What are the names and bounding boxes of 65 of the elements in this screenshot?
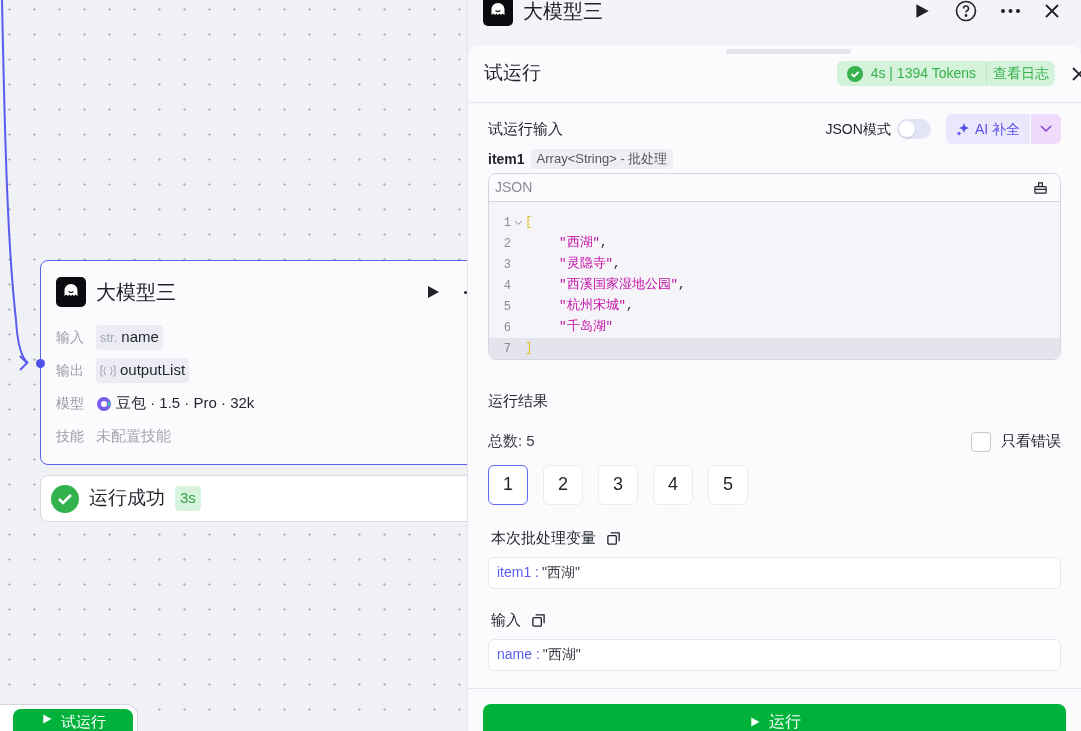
field-name: item1	[488, 149, 525, 169]
page-tab[interactable]: 5	[708, 464, 748, 505]
copy-icon[interactable]	[531, 613, 546, 628]
line-number: 4	[502, 277, 511, 295]
model-name: 豆包 · 1.5 · Pro · 32k	[116, 393, 255, 414]
play-icon[interactable]	[425, 284, 441, 300]
row-label: 模型	[56, 394, 85, 413]
section-title: 本次批处理变量	[491, 528, 596, 549]
section-title: 试运行输入	[488, 118, 563, 139]
node-title: 大模型三	[96, 280, 176, 305]
line-number: 6	[502, 319, 511, 337]
total-count: 总数: 5	[488, 431, 535, 452]
close-icon[interactable]	[1044, 3, 1060, 19]
code-line: "西溪国家湿地公园",	[559, 276, 686, 295]
page-tab[interactable]: 4	[653, 464, 693, 505]
page-tab[interactable]: 2	[543, 464, 583, 505]
editor-label: JSON	[495, 178, 533, 197]
model-logo-icon	[96, 395, 112, 412]
section-title: 输入	[491, 610, 521, 631]
output-tag: outputList	[96, 358, 190, 383]
json-editor[interactable]: JSON 1 [ 2 "西湖", 3 "灵隐寺", 4 "西溪国家湿地公园", 5 "杭州宋城", 6 "千岛湖" 7 ]	[488, 173, 1061, 360]
play-icon[interactable]	[913, 2, 931, 20]
ghost-logo-icon	[56, 277, 86, 307]
ai-complete-button[interactable]: AI 补全	[945, 114, 1030, 144]
run-status-bar[interactable]: 运行成功 3s	[40, 475, 467, 522]
value-field: name : "西湖"	[488, 638, 1061, 671]
fold-icon[interactable]	[513, 219, 523, 226]
success-icon	[51, 484, 79, 513]
only-errors-label: 只看错误	[1001, 431, 1061, 452]
help-icon[interactable]	[955, 0, 977, 22]
node-card[interactable]: 大模型三 输入 str. name 输出 outputList 模型 豆包 · 1.5 · Pro · 32k 技能 未配置技能	[40, 260, 467, 465]
page-tab[interactable]: 3	[598, 464, 638, 505]
sparkle-icon	[955, 122, 970, 136]
page-tab[interactable]: 1	[488, 464, 528, 505]
code-line: "西湖",	[559, 234, 608, 253]
row-label: 输出	[56, 361, 85, 380]
duration-tag: 3s	[175, 486, 201, 511]
line-number: 2	[502, 235, 511, 253]
panel-title: 大模型三	[523, 0, 603, 24]
list-type-icon	[100, 364, 116, 377]
row-label: 输入	[56, 328, 85, 347]
row-label: 技能	[56, 427, 85, 446]
line-number: 1	[502, 214, 511, 232]
section-title: 运行结果	[488, 391, 549, 411]
line-number: 7	[502, 340, 511, 358]
copy-icon[interactable]	[606, 531, 621, 546]
code-line: "杭州宋城",	[559, 297, 634, 316]
field-type-tag: Array<String> - 批处理	[530, 149, 674, 169]
chevron-down-icon	[1040, 125, 1052, 133]
code-bracket: [	[525, 214, 533, 232]
success-icon	[846, 65, 863, 82]
value-field: item1 : "西湖"	[488, 556, 1061, 589]
json-mode-switch[interactable]	[896, 119, 931, 139]
sheet-title: 试运行	[484, 61, 541, 86]
status-label: 运行成功	[89, 486, 165, 511]
only-errors-checkbox[interactable]	[971, 431, 991, 452]
line-number: 5	[502, 298, 511, 316]
code-bracket: ]	[525, 340, 533, 358]
run-stats: 4s | 1394 Tokens	[870, 64, 976, 83]
json-mode-label: JSON模式	[825, 119, 891, 139]
line-number: 3	[502, 256, 511, 274]
input-tag: str. name	[96, 325, 163, 350]
skill-value: 未配置技能	[96, 426, 171, 447]
code-line: "灵隐寺",	[559, 255, 621, 274]
code-line: "千岛湖"	[559, 318, 613, 337]
